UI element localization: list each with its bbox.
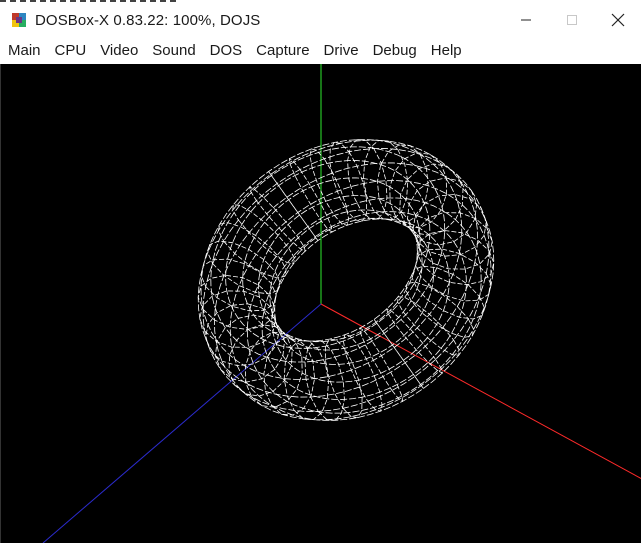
torus-major-ring: [271, 218, 450, 383]
maximize-button[interactable]: [549, 3, 595, 37]
dos-screen[interactable]: [0, 64, 641, 543]
torus-major-ring: [257, 195, 418, 343]
z-axis-line: [42, 303, 322, 543]
menu-sound[interactable]: Sound: [145, 37, 202, 64]
torus-minor-ring: [324, 338, 363, 418]
minimize-button[interactable]: [503, 3, 549, 37]
window-controls: [503, 3, 641, 37]
torus-minor-ring: [389, 152, 448, 229]
minimize-icon: [521, 19, 531, 21]
menu-bar: Main CPU Video Sound DOS Capture Drive D…: [0, 37, 641, 64]
menu-cpu[interactable]: CPU: [48, 37, 94, 64]
menu-help[interactable]: Help: [424, 37, 469, 64]
menu-dos[interactable]: DOS: [203, 37, 250, 64]
torus-minor-ring: [200, 258, 277, 312]
menu-video[interactable]: Video: [93, 37, 145, 64]
title-bar[interactable]: DOSBox-X 0.83.22: 100%, DOJS: [0, 3, 641, 37]
window-title: DOSBox-X 0.83.22: 100%, DOJS: [35, 11, 261, 29]
torus-minor-ring: [416, 230, 495, 286]
menu-capture[interactable]: Capture: [249, 37, 316, 64]
torus-minor-ring: [373, 319, 424, 389]
close-button[interactable]: [595, 3, 641, 37]
background-text-fragment: [0, 0, 180, 2]
torus-minor-ring: [268, 171, 319, 241]
maximize-icon: [567, 15, 577, 25]
close-icon: [611, 13, 625, 27]
torus-major-ring: [214, 162, 495, 421]
menu-debug[interactable]: Debug: [366, 37, 424, 64]
torus-minor-ring: [228, 324, 293, 397]
3d-scene: [42, 64, 641, 543]
wireframe-torus: [197, 139, 495, 421]
x-axis-line: [320, 303, 641, 480]
dosbox-window: DOSBox-X 0.83.22: 100%, DOJS Main CPU Vi…: [0, 0, 641, 543]
torus-major-ring: [242, 177, 421, 342]
menu-drive[interactable]: Drive: [317, 37, 366, 64]
dosbox-x-icon: [10, 11, 28, 29]
menu-main[interactable]: Main: [0, 37, 48, 64]
torus-minor-ring: [329, 142, 368, 222]
